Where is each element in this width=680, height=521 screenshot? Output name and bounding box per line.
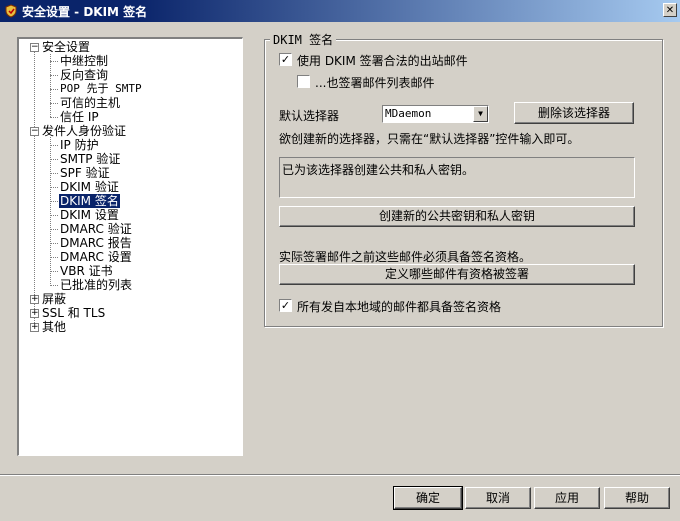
tree-item-other[interactable]: 其他 bbox=[42, 320, 66, 334]
tree-item-pop-before-smtp[interactable]: POP 先于 SMTP bbox=[60, 82, 142, 96]
tree-line bbox=[50, 271, 58, 272]
tree-item-ip-shield[interactable]: IP 防护 bbox=[60, 138, 99, 152]
tree-line bbox=[50, 61, 58, 62]
local-domains-label: 所有发自本地域的邮件都具备签名资格 bbox=[297, 300, 502, 314]
sign-list-label: ...也签署邮件列表邮件 bbox=[315, 76, 435, 90]
tree-item-dkim-verification[interactable]: DKIM 验证 bbox=[60, 180, 119, 194]
expand-toggle[interactable]: + bbox=[30, 323, 39, 332]
define-eligible-messages-button[interactable]: 定义哪些邮件有资格被签署 bbox=[279, 264, 635, 285]
tree-item-screening[interactable]: 屏蔽 bbox=[42, 292, 66, 306]
tree-item-spf-verification[interactable]: SPF 验证 bbox=[60, 166, 110, 180]
tree-line bbox=[50, 201, 58, 202]
tree-line bbox=[50, 187, 58, 188]
default-selector-combobox[interactable]: MDaemon ▼ bbox=[382, 105, 489, 123]
tree-line bbox=[34, 52, 35, 331]
sign-outbound-label: 使用 DKIM 签署合法的出站邮件 bbox=[297, 54, 468, 68]
tree-line bbox=[50, 89, 58, 90]
tree-line bbox=[50, 117, 58, 118]
tree-item-security[interactable]: 安全设置 bbox=[42, 40, 90, 54]
tree-item-relay-control[interactable]: 中继控制 bbox=[60, 54, 108, 68]
tree-line bbox=[50, 229, 58, 230]
expand-toggle[interactable]: + bbox=[30, 295, 39, 304]
sign-outbound-checkbox[interactable]: ✓ bbox=[279, 53, 292, 66]
window-title: 安全设置 - DKIM 签名 bbox=[22, 5, 148, 19]
default-selector-label: 默认选择器 bbox=[279, 109, 340, 123]
tree-item-dmarc-settings[interactable]: DMARC 设置 bbox=[60, 250, 132, 264]
tree-line bbox=[50, 145, 58, 146]
selector-value: MDaemon bbox=[385, 107, 432, 120]
tree-item-dmarc-reports[interactable]: DMARC 报告 bbox=[60, 236, 132, 250]
tree-line bbox=[50, 215, 58, 216]
close-button[interactable]: ✕ bbox=[663, 3, 677, 17]
tree-line bbox=[50, 103, 58, 104]
cancel-button[interactable]: 取消 bbox=[465, 487, 531, 509]
ok-button[interactable]: 确定 bbox=[393, 486, 463, 510]
key-status-text: 已为该选择器创建公共和私人密钥。 bbox=[282, 163, 475, 177]
tree-item-dkim-signing[interactable]: DKIM 签名 bbox=[59, 194, 120, 208]
tree-line bbox=[50, 75, 58, 76]
app-icon bbox=[3, 3, 19, 19]
tree-line bbox=[50, 257, 58, 258]
tree-item-trusted-hosts[interactable]: 可信的主机 bbox=[60, 96, 120, 110]
collapse-toggle[interactable]: − bbox=[30, 43, 39, 52]
footer-separator bbox=[0, 474, 680, 476]
tree-item-dkim-settings[interactable]: DKIM 设置 bbox=[60, 208, 119, 222]
settings-window: 安全设置 - DKIM 签名 ✕ − 安全设置 中继控制 反向查询 POP 先于… bbox=[0, 0, 680, 521]
tree-line bbox=[50, 54, 51, 117]
expand-toggle[interactable]: + bbox=[30, 309, 39, 318]
selector-hint-text: 欲创建新的选择器，只需在“默认选择器”控件输入即可。 bbox=[279, 132, 580, 146]
tree-item-sender-authentication[interactable]: 发件人身份验证 bbox=[42, 124, 126, 138]
tree-item-trusted-ip[interactable]: 信任 IP bbox=[60, 110, 99, 124]
tree-line bbox=[50, 173, 58, 174]
tree-line bbox=[50, 285, 58, 286]
tree-line bbox=[50, 159, 58, 160]
tree-item-smtp-auth[interactable]: SMTP 验证 bbox=[60, 152, 120, 166]
delete-selector-button[interactable]: 删除该选择器 bbox=[514, 102, 634, 124]
title-bar: 安全设置 - DKIM 签名 ✕ bbox=[0, 0, 680, 22]
apply-button[interactable]: 应用 bbox=[534, 487, 600, 509]
settings-tree[interactable]: − 安全设置 中继控制 反向查询 POP 先于 SMTP 可信的主机 信任 IP… bbox=[17, 37, 243, 456]
tree-item-vbr-certification[interactable]: VBR 证书 bbox=[60, 264, 113, 278]
tree-item-approved-list[interactable]: 已批准的列表 bbox=[60, 278, 132, 292]
tree-item-ssl-tls[interactable]: SSL 和 TLS bbox=[42, 306, 105, 320]
tree-item-reverse-lookup[interactable]: 反向查询 bbox=[60, 68, 108, 82]
sign-list-checkbox[interactable] bbox=[297, 75, 310, 88]
tree-item-dmarc-verification[interactable]: DMARC 验证 bbox=[60, 222, 132, 236]
create-keys-button[interactable]: 创建新的公共密钥和私人密钥 bbox=[279, 206, 635, 227]
local-domains-checkbox[interactable]: ✓ bbox=[279, 299, 292, 312]
key-status-box: 已为该选择器创建公共和私人密钥。 bbox=[279, 157, 635, 198]
tree-line bbox=[50, 243, 58, 244]
help-button[interactable]: 帮助 bbox=[604, 487, 670, 509]
group-title: DKIM 签名 bbox=[270, 31, 337, 48]
dropdown-arrow-icon[interactable]: ▼ bbox=[473, 106, 488, 122]
collapse-toggle[interactable]: − bbox=[30, 127, 39, 136]
qualify-text: 实际签署邮件之前这些邮件必须具备签名资格。 bbox=[279, 250, 532, 264]
